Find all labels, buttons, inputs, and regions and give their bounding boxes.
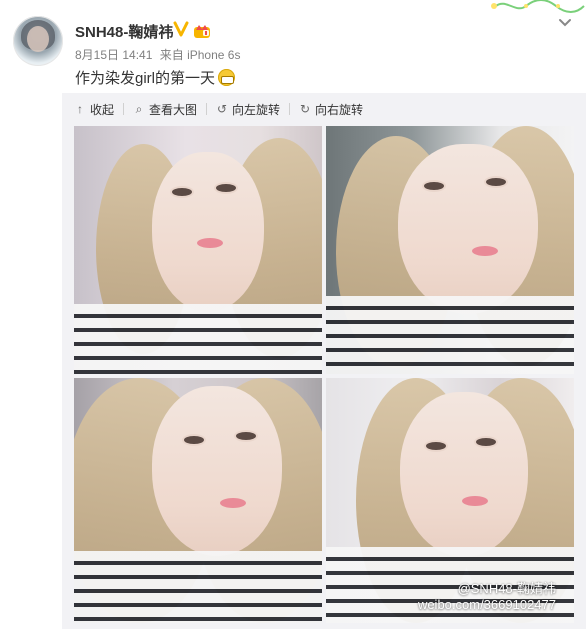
toolbar-divider [123,103,125,115]
striped-shirt [74,551,322,623]
lips [462,496,488,506]
rotate-right-icon: ↻ [300,102,311,116]
lips [472,246,498,256]
face [152,386,282,556]
verified-badge-icon [173,21,189,37]
arrow-up-icon: ↑ [77,102,83,116]
post-text-line: 作为染发girl的第一天 [75,67,236,88]
media-toolbar: ↑ 收起 ⌕ 查看大图 ↺ 向左旋转 ↻ 向右旋转 [74,100,363,118]
rotate-left-label: 向左旋转 [232,102,281,117]
face [398,144,538,314]
eye-left [172,188,192,196]
striped-shirt [326,296,574,374]
watermark-line-2: weibo.com/3669102477 [417,597,556,612]
toolbar-divider [206,103,208,115]
decorative-card-pattern-icon [491,0,585,13]
username[interactable]: SNH48-鞠婧祎 [75,21,173,42]
eye-right [486,178,506,186]
post-meta: 8月15日 14:41 来自 iPhone 6s [75,46,240,63]
striped-shirt [74,304,322,374]
collapse-button[interactable]: ↑ 收起 [74,101,114,118]
eye-right [476,438,496,446]
view-large-button[interactable]: ⌕ 查看大图 [133,101,197,118]
photo-collage[interactable]: @SNH48-鞠婧祎 weibo.com/3669102477 [74,126,574,623]
post-source[interactable]: 来自 iPhone 6s [160,48,241,62]
face [400,392,528,557]
lips [220,498,246,508]
grin-emoji-icon [218,69,236,86]
eye-right [236,432,256,440]
photo-tile-1[interactable] [74,126,322,374]
member-crown-icon [194,25,210,38]
weibo-watermark: @SNH48-鞠婧祎 weibo.com/3669102477 [418,581,556,613]
eye-left [184,436,204,444]
chevron-down-icon[interactable] [558,18,572,28]
watermark-line-1: @SNH48-鞠婧祎 [457,581,556,596]
post-date[interactable]: 8月15日 14:41 [75,48,152,62]
post-text: 作为染发girl的第一天 [75,70,216,87]
photo-tile-3[interactable] [74,378,322,623]
rotate-right-button[interactable]: ↻ 向右旋转 [299,101,363,118]
rotate-left-button[interactable]: ↺ 向左旋转 [216,101,280,118]
eye-right [216,184,236,192]
toolbar-divider [289,103,291,115]
photo-tile-2[interactable] [326,126,574,374]
eye-left [424,182,444,190]
avatar-face [27,26,49,52]
rotate-right-label: 向右旋转 [315,102,364,117]
eye-left [426,442,446,450]
search-icon: ⌕ [135,102,143,116]
rotate-left-icon: ↺ [217,102,228,116]
face [152,152,264,312]
collapse-label: 收起 [90,102,115,117]
lips [197,238,223,248]
avatar[interactable] [13,16,63,66]
view-large-label: 查看大图 [149,102,198,117]
